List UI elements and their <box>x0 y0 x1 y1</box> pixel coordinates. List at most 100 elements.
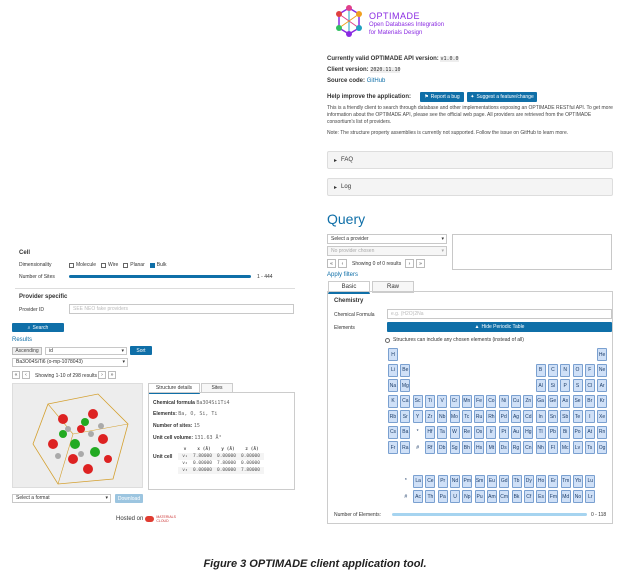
results-next-button[interactable]: › <box>98 371 106 379</box>
element-Co[interactable]: Co <box>486 394 497 408</box>
element-Po[interactable]: Po <box>572 425 583 439</box>
element-Am[interactable]: Am <box>486 490 497 503</box>
element-Tb[interactable]: Tb <box>511 474 522 488</box>
element-Yb[interactable]: Yb <box>573 474 583 488</box>
element-Sg[interactable]: Sg <box>449 441 460 454</box>
element-Hg[interactable]: Hg <box>523 425 534 439</box>
element-No[interactable]: No <box>573 490 583 503</box>
element-Ce[interactable]: Ce <box>425 474 436 488</box>
element-U[interactable]: U <box>450 490 460 503</box>
element-At[interactable]: At <box>584 425 595 439</box>
element-Pb[interactable]: Pb <box>547 425 558 439</box>
first-page-button[interactable]: « <box>327 259 336 268</box>
element-Mc[interactable]: Mc <box>560 441 571 454</box>
result-select[interactable]: Ba3O04SiTi6 (o-mp-1078043) ▾ <box>12 358 128 367</box>
element-Ta[interactable]: Ta <box>437 425 448 439</box>
structure-viewer[interactable] <box>12 383 143 488</box>
element-Zr[interactable]: Zr <box>424 410 435 423</box>
element-C[interactable]: C <box>547 363 558 377</box>
planar-checkbox[interactable] <box>123 262 129 268</box>
element-Md[interactable]: Md <box>560 490 571 503</box>
element-Nb[interactable]: Nb <box>437 410 448 423</box>
wire-checkbox[interactable] <box>101 262 107 268</box>
element-Rn[interactable]: Rn <box>597 425 608 439</box>
element-Os[interactable]: Os <box>474 425 485 439</box>
element-Fe[interactable]: Fe <box>474 394 485 408</box>
element-Au[interactable]: Au <box>511 425 521 439</box>
element-Np[interactable]: Np <box>462 490 473 503</box>
next-page-button[interactable]: › <box>405 259 414 268</box>
num-sites-slider[interactable] <box>69 275 251 278</box>
element-Sn[interactable]: Sn <box>547 410 558 423</box>
element-Re[interactable]: Re <box>461 425 472 439</box>
element-Rb[interactable]: Rb <box>388 410 398 423</box>
element-Ts[interactable]: Ts <box>584 441 595 454</box>
prev-page-button[interactable]: ‹ <box>338 259 347 268</box>
element-Br[interactable]: Br <box>584 394 595 408</box>
molecule-checkbox[interactable] <box>69 262 74 268</box>
element-W[interactable]: W <box>449 425 460 439</box>
element-Ga[interactable]: Ga <box>535 394 546 408</box>
element-Og[interactable]: Og <box>597 441 608 454</box>
element-Ba[interactable]: Ba <box>400 425 411 439</box>
chem-formula-input[interactable]: e.g. (H2O)2Na <box>387 309 612 319</box>
hide-periodic-table-button[interactable]: ▲ Hide Periodic Table <box>387 322 612 332</box>
element-H[interactable]: H <box>388 348 398 361</box>
element-B[interactable]: B <box>535 363 546 377</box>
element-Ra[interactable]: Ra <box>400 441 411 454</box>
element-Sr[interactable]: Sr <box>400 410 411 423</box>
format-select[interactable]: Select a format ▾ <box>12 494 111 503</box>
element-Cd[interactable]: Cd <box>523 410 534 423</box>
element-Mn[interactable]: Mn <box>461 394 472 408</box>
element-Fl[interactable]: Fl <box>547 441 558 454</box>
results-last-button[interactable]: » <box>108 371 116 379</box>
element-Ge[interactable]: Ge <box>547 394 558 408</box>
include-other-row[interactable]: Structures can include any chosen elemen… <box>385 337 524 343</box>
num-elements-slider[interactable] <box>392 513 587 516</box>
element-Cm[interactable]: Cm <box>499 490 510 503</box>
element-Gd[interactable]: Gd <box>499 474 510 488</box>
element-Lu[interactable]: Lu <box>585 474 596 488</box>
apply-filters-link[interactable]: Apply filters <box>327 272 358 278</box>
search-button[interactable]: ⌕ Search <box>12 323 64 332</box>
element-La[interactable]: La <box>413 474 424 488</box>
element-Ne[interactable]: Ne <box>597 363 608 377</box>
report-bug-button[interactable]: ⚑ Report a bug <box>420 92 464 102</box>
element-Es[interactable]: Es <box>536 490 547 503</box>
element-Ru[interactable]: Ru <box>474 410 485 423</box>
element-Pd[interactable]: Pd <box>498 410 509 423</box>
element-Xe[interactable]: Xe <box>597 410 608 423</box>
element-N[interactable]: N <box>560 363 571 377</box>
element-Lr[interactable]: Lr <box>585 490 596 503</box>
element-Mo[interactable]: Mo <box>449 410 460 423</box>
element-Ti[interactable]: Ti <box>424 394 435 408</box>
element-Fm[interactable]: Fm <box>548 490 559 503</box>
provider-id-input[interactable]: SEE NEO fake providers <box>69 304 294 314</box>
source-code-link[interactable]: GitHub <box>367 78 386 84</box>
download-button[interactable]: Download <box>115 494 143 503</box>
element-Cu[interactable]: Cu <box>511 394 521 408</box>
suggest-feature-button[interactable]: ✦ Suggest a feature/change <box>467 92 537 102</box>
query-textarea[interactable] <box>452 234 612 270</box>
element-Cs[interactable]: Cs <box>388 425 398 439</box>
element-Nh[interactable]: Nh <box>535 441 546 454</box>
element-Hs[interactable]: Hs <box>474 441 485 454</box>
element-Ni[interactable]: Ni <box>498 394 509 408</box>
element-Eu[interactable]: Eu <box>486 474 497 488</box>
element-I[interactable]: I <box>584 410 595 423</box>
element-Lv[interactable]: Lv <box>572 441 583 454</box>
element-Cf[interactable]: Cf <box>523 490 534 503</box>
faq-accordion[interactable]: ▸ FAQ <box>327 151 613 169</box>
element-Rf[interactable]: Rf <box>424 441 435 454</box>
element-Ar[interactable]: Ar <box>597 379 608 392</box>
element-Db[interactable]: Db <box>437 441 448 454</box>
element-Li[interactable]: Li <box>388 363 398 377</box>
element-Pr[interactable]: Pr <box>437 474 448 488</box>
element-Nd[interactable]: Nd <box>450 474 460 488</box>
element-Cn[interactable]: Cn <box>523 441 534 454</box>
element-Tm[interactable]: Tm <box>560 474 571 488</box>
element-Tl[interactable]: Tl <box>535 425 546 439</box>
element-Ag[interactable]: Ag <box>511 410 521 423</box>
element-He[interactable]: He <box>597 348 608 361</box>
results-prev-button[interactable]: ‹ <box>22 371 30 379</box>
